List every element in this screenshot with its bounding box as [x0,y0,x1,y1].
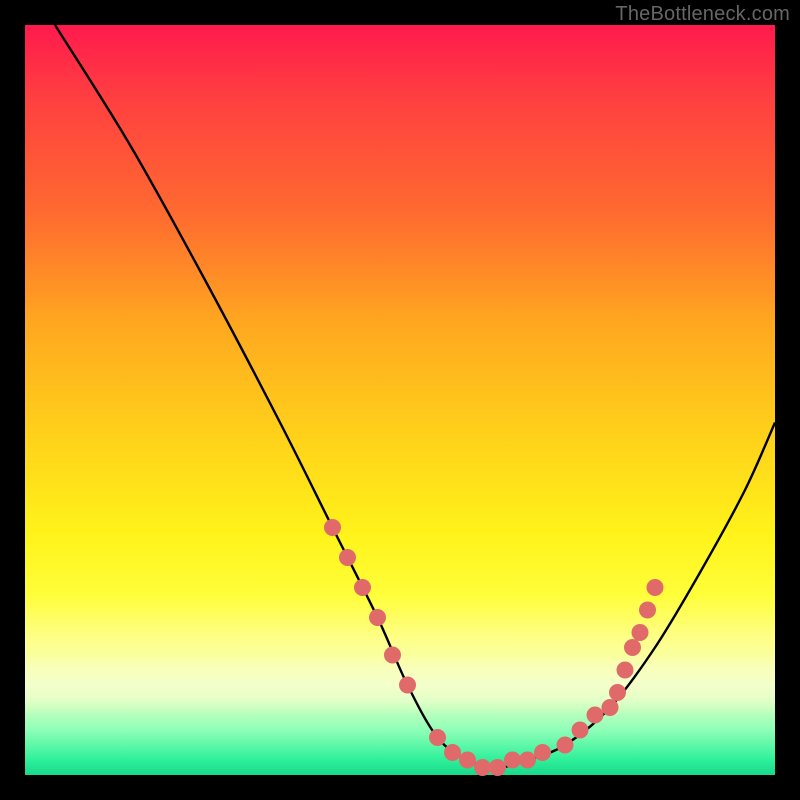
curve-marker [632,624,649,641]
plot-area [25,25,775,775]
chart-frame: TheBottleneck.com [0,0,800,800]
curve-marker [324,519,341,536]
curve-marker [647,579,664,596]
curve-marker [624,639,641,656]
curve-marker [399,677,416,694]
curve-marker [639,602,656,619]
curve-marker [587,707,604,724]
chart-svg [25,25,775,775]
curve-marker [602,699,619,716]
bottleneck-curve [55,25,775,768]
curve-marker [617,662,634,679]
curve-marker [429,729,446,746]
curve-marker [609,684,626,701]
curve-marker [572,722,589,739]
curve-marker [504,752,521,769]
curve-marker [444,744,461,761]
watermark-text: TheBottleneck.com [615,3,790,26]
curve-marker [354,579,371,596]
curve-marker [489,759,506,776]
curve-marker [339,549,356,566]
curve-marker [384,647,401,664]
curve-marker [369,609,386,626]
curve-marker [459,752,476,769]
curve-marker [519,752,536,769]
curve-marker [534,744,551,761]
curve-marker [557,737,574,754]
curve-markers [324,519,664,776]
curve-marker [474,759,491,776]
